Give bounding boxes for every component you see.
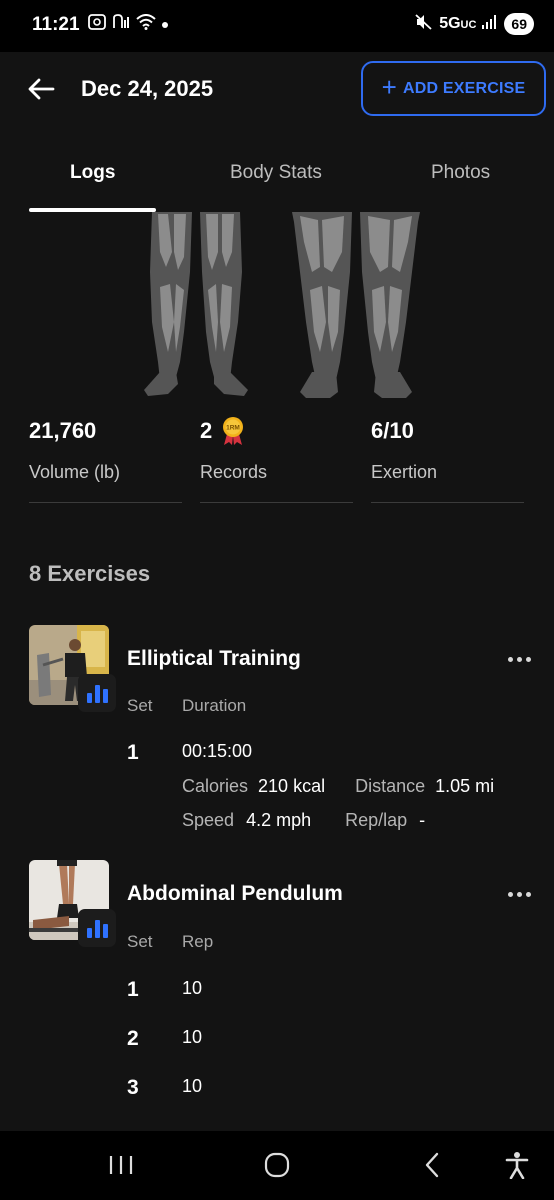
- set-details-row-1: Calories 210 kcal Distance 1.05 mi: [182, 776, 494, 797]
- bar-chart-icon: [94, 685, 100, 703]
- stat-records-row: 2 1RM: [200, 416, 353, 446]
- exercise-name[interactable]: Abdominal Pendulum: [127, 882, 343, 906]
- status-bar: 11:21 5GUC 69: [0, 0, 554, 52]
- bar-chart-icon: [102, 924, 108, 938]
- tab-logs[interactable]: Logs: [70, 162, 115, 184]
- column-header-rep: Rep: [182, 932, 214, 951]
- add-exercise-label: ADD EXERCISE: [402, 79, 526, 97]
- arrow-left-icon: [28, 78, 55, 100]
- tab-body-stats[interactable]: Body Stats: [230, 162, 322, 184]
- status-system-icons: 5GUC 69: [415, 13, 534, 35]
- status-time: 11:21: [32, 14, 80, 35]
- divider: [371, 502, 524, 503]
- replap-value: -: [419, 810, 426, 830]
- signal-icon: [482, 14, 498, 34]
- calories-value: 210 kcal: [258, 776, 326, 796]
- recent-apps-icon: [109, 1156, 133, 1174]
- system-navigation-bar: [0, 1131, 554, 1200]
- divider: [29, 502, 182, 503]
- set-duration[interactable]: 00:15:00: [182, 741, 252, 762]
- bar-chart-icon: [94, 920, 100, 938]
- stat-records: 2 1RM Records: [200, 416, 353, 503]
- wifi-icon: [136, 14, 156, 35]
- home-icon: [264, 1152, 290, 1178]
- speed-value: 4.2 mph: [246, 810, 312, 830]
- home-button[interactable]: [262, 1149, 292, 1181]
- calories-label: Calories: [182, 776, 249, 796]
- app-notification-icon: [112, 14, 130, 35]
- stat-volume-value: 21,760: [29, 418, 97, 443]
- stat-records-label: Records: [200, 462, 268, 482]
- stat-records-value: 2: [200, 418, 213, 443]
- stat-exertion: 6/10 Exertion: [371, 416, 524, 503]
- stat-volume: 21,760 Volume (lb): [29, 416, 182, 503]
- tab-bar: Logs Body Stats Photos: [0, 146, 554, 212]
- stat-exertion-value: 6/10: [371, 418, 414, 443]
- column-header-set: Set: [127, 696, 153, 715]
- add-exercise-button[interactable]: + ADD EXERCISE: [361, 61, 546, 116]
- network-label: 5G: [439, 15, 461, 32]
- accessibility-button[interactable]: [504, 1149, 530, 1181]
- recent-apps-button[interactable]: [106, 1149, 136, 1181]
- network-type: 5GUC: [439, 15, 476, 33]
- distance-label: Distance: [355, 776, 426, 796]
- medal-icon: 1RM: [223, 417, 244, 445]
- more-options-icon[interactable]: [508, 892, 531, 897]
- status-notification-icons: [88, 14, 168, 35]
- system-back-button[interactable]: [420, 1149, 444, 1181]
- screenshot-icon: [88, 14, 106, 35]
- set-rep[interactable]: 10: [182, 1076, 202, 1097]
- page-title-date: Dec 24, 2025: [81, 76, 214, 101]
- stat-volume-label: Volume (lb): [29, 462, 121, 482]
- battery-indicator: 69: [504, 13, 534, 35]
- more-options-icon[interactable]: [508, 657, 531, 662]
- set-number: 1: [127, 741, 139, 764]
- set-details-row-2: Speed 4.2 mph Rep/lap -: [182, 810, 425, 831]
- set-number: 3: [127, 1076, 139, 1099]
- back-icon: [425, 1152, 439, 1178]
- notification-dot-icon: [162, 21, 168, 28]
- network-sub-label: UC: [460, 19, 477, 31]
- distance-value: 1.05 mi: [435, 776, 495, 796]
- muscle-map-figure: [144, 212, 420, 398]
- divider: [200, 502, 353, 503]
- plus-icon: +: [381, 71, 397, 102]
- medal-text: 1RM: [226, 425, 240, 432]
- speed-label: Speed: [182, 810, 235, 830]
- exercise-name[interactable]: Elliptical Training: [127, 647, 301, 671]
- mute-icon: [415, 13, 433, 35]
- set-number: 1: [127, 978, 139, 1001]
- column-header-duration: Duration: [182, 696, 247, 715]
- back-button[interactable]: [26, 74, 56, 104]
- bar-chart-icon: [86, 693, 92, 703]
- exercise-stats-button[interactable]: [78, 909, 116, 947]
- exercise-count: 8 Exercises: [29, 561, 151, 586]
- exercise-stats-button[interactable]: [78, 674, 116, 712]
- set-rep[interactable]: 10: [182, 1027, 202, 1048]
- accessibility-icon: [505, 1152, 529, 1179]
- tab-photos[interactable]: Photos: [431, 162, 490, 184]
- bar-chart-icon: [102, 689, 108, 703]
- set-rep[interactable]: 10: [182, 978, 202, 999]
- column-header-set: Set: [127, 932, 153, 951]
- replap-label: Rep/lap: [345, 810, 408, 830]
- stat-exertion-label: Exertion: [371, 462, 438, 482]
- set-number: 2: [127, 1027, 139, 1050]
- bar-chart-icon: [86, 928, 92, 938]
